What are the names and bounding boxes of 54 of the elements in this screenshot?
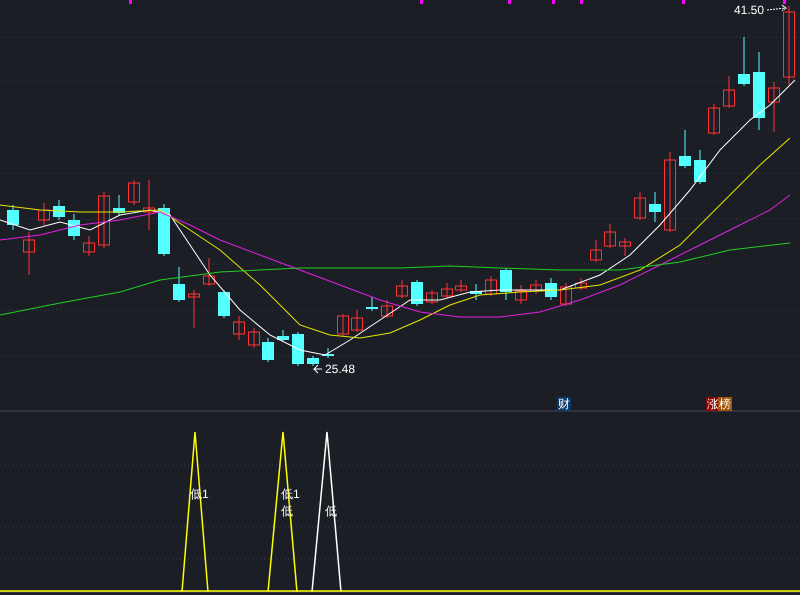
candlestick [619,238,631,256]
candlestick [738,36,750,86]
candlestick [768,82,780,132]
candlestick [604,224,616,248]
candlestick [113,194,125,216]
candlestick [723,76,735,108]
candlestick [485,276,497,296]
candlestick [337,314,349,336]
candlestick [173,266,185,302]
candlestick [23,232,35,276]
candlestick [53,200,65,220]
event-tag[interactable]: 榜 [718,397,732,411]
candlestick [7,204,19,230]
candlestick [143,180,155,230]
candlestick [351,310,363,332]
candlestick [411,280,423,306]
candlestick [381,300,393,318]
candlestick [98,192,110,248]
candlestick [83,236,95,256]
candlestick [292,332,304,366]
candlestick [500,268,512,300]
candlestick [203,258,215,286]
candlestick [68,214,80,240]
candlestick [426,290,438,304]
candlestick [262,338,274,362]
candlestick [545,278,557,300]
candlestick [530,280,542,294]
candlestick [366,296,378,312]
candlestick [396,280,408,298]
candlestick [694,150,706,184]
candlestick [649,192,661,222]
price-label: 25.48 [325,361,356,378]
candlestick [590,240,602,262]
event-tag[interactable]: 财 [557,397,571,411]
candlestick [322,348,334,358]
candlestick [515,284,527,304]
candlestick [708,104,720,136]
candlestick [455,280,467,292]
candlestick [38,202,50,226]
candlestick [218,290,230,318]
candlestick [634,192,646,220]
candlestick [470,284,482,300]
candlestick [560,282,572,306]
candlestick [158,204,170,256]
candlestick [188,290,200,328]
candlestick [277,330,289,342]
price-label: 41.50 [734,2,764,19]
candlestick [128,180,140,206]
candlestick [248,328,260,348]
candlestick [307,356,319,366]
candlestick [233,316,245,340]
candlestick [679,130,691,168]
candlestick [441,282,453,298]
candlestick [575,278,587,290]
